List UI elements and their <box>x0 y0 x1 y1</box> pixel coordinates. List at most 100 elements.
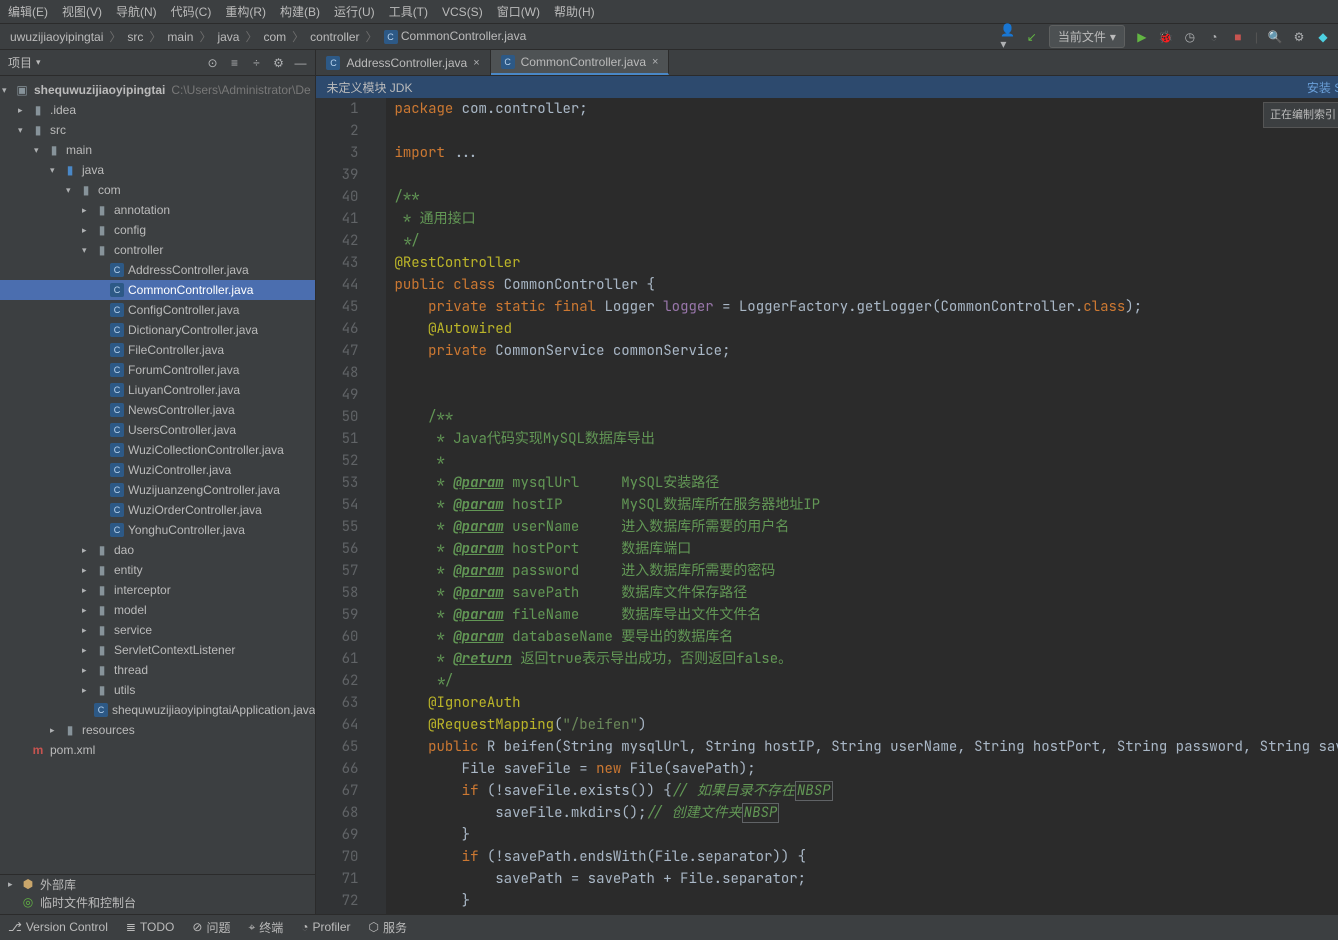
breadcrumb-item[interactable]: uwuzijiaoyipingtai <box>10 30 103 44</box>
tree-file[interactable]: CWuzijuanzengController.java <box>0 480 315 500</box>
tree-file-pom[interactable]: mpom.xml <box>0 740 315 760</box>
tree-folder-config[interactable]: ▸▮config <box>0 220 315 240</box>
tree-folder-service[interactable]: ▸▮service <box>0 620 315 640</box>
tree-folder-main[interactable]: ▾▮main <box>0 140 315 160</box>
breadcrumb-item[interactable]: src <box>127 30 143 44</box>
editor-area: CAddressController.java× CCommonControll… <box>316 50 1338 914</box>
tree-folder-scl[interactable]: ▸▮ServletContextListener <box>0 640 315 660</box>
tree-file[interactable]: CAddressController.java <box>0 260 315 280</box>
status-services[interactable]: ⬡服务 <box>369 919 408 936</box>
user-icon[interactable]: 👤▾ <box>1001 30 1015 44</box>
tree-file[interactable]: CConfigController.java <box>0 300 315 320</box>
close-icon[interactable]: × <box>652 56 658 68</box>
fold-gutter[interactable] <box>372 98 386 914</box>
tree-folder-utils[interactable]: ▸▮utils <box>0 680 315 700</box>
status-vcs[interactable]: ⎇Version Control <box>8 920 108 934</box>
status-problems[interactable]: ⊘问题 <box>192 919 230 936</box>
breadcrumb-item[interactable]: com <box>263 30 286 44</box>
tree-file[interactable]: CWuziCollectionController.java <box>0 440 315 460</box>
tree-folder-dao[interactable]: ▸▮dao <box>0 540 315 560</box>
select-opened-file-icon[interactable]: ⊙ <box>205 56 219 70</box>
profile-icon[interactable]: ◔ <box>1207 30 1221 44</box>
tree-file[interactable]: CWuziController.java <box>0 460 315 480</box>
menu-window[interactable]: 窗口(W) <box>497 3 540 20</box>
tree-project-root[interactable]: ▾▣shequwuzijiaoyipingtaiC:\Users\Adminis… <box>0 80 315 100</box>
collapse-all-icon[interactable]: ÷ <box>249 56 263 70</box>
debug-icon[interactable]: 🐞 <box>1159 30 1173 44</box>
problems-icon: ⊘ <box>192 920 202 934</box>
notice-text: 未定义模块 JDK <box>326 79 412 96</box>
code-editor[interactable]: 1233940414243444546474849505152535455565… <box>316 98 1338 914</box>
tree-file[interactable]: CYonghuController.java <box>0 520 315 540</box>
menu-run[interactable]: 运行(U) <box>334 3 375 20</box>
breadcrumb-item[interactable]: main <box>167 30 193 44</box>
tree-file[interactable]: CFileController.java <box>0 340 315 360</box>
code-content[interactable]: package com.controller; import ... /** *… <box>386 98 1338 914</box>
folder-icon: ▮ <box>62 722 78 738</box>
status-todo[interactable]: ≣TODO <box>126 920 175 934</box>
folder-icon: ▮ <box>30 102 46 118</box>
folder-icon: ▮ <box>78 182 94 198</box>
tree-folder-model[interactable]: ▸▮model <box>0 600 315 620</box>
settings-icon[interactable]: ⚙ <box>1292 30 1306 44</box>
run-icon[interactable]: ▶ <box>1135 30 1149 44</box>
folder-icon: ▮ <box>94 542 110 558</box>
tree-file[interactable]: CLiuyanController.java <box>0 380 315 400</box>
menu-vcs[interactable]: VCS(S) <box>442 5 483 19</box>
editor-tab[interactable]: CCommonController.java× <box>491 50 670 75</box>
menu-view[interactable]: 视图(V) <box>62 3 102 20</box>
stop-icon[interactable]: ■ <box>1231 30 1245 44</box>
status-profiler[interactable]: ◔Profiler <box>301 920 350 934</box>
install-sdk-link[interactable]: 安装 SDK <box>1307 79 1338 96</box>
tree-folder-thread[interactable]: ▸▮thread <box>0 660 315 680</box>
menu-navigate[interactable]: 导航(N) <box>116 3 157 20</box>
menu-refactor[interactable]: 重构(R) <box>225 3 266 20</box>
hide-icon[interactable]: — <box>293 56 307 70</box>
tree-file[interactable]: CWuziOrderController.java <box>0 500 315 520</box>
menu-tools[interactable]: 工具(T) <box>389 3 428 20</box>
project-view-label[interactable]: 项目 <box>8 54 32 71</box>
tree-external-libs[interactable]: ▸⬢外部库 <box>4 875 315 893</box>
tree-scratches[interactable]: ◎临时文件和控制台 <box>4 893 315 911</box>
tree-file[interactable]: CForumController.java <box>0 360 315 380</box>
editor-tab[interactable]: CAddressController.java× <box>316 50 490 75</box>
menu-edit[interactable]: 编辑(E) <box>8 3 48 20</box>
breadcrumb-item[interactable]: C CommonController.java <box>384 29 527 44</box>
run-config-selector[interactable]: 当前文件▾ <box>1049 25 1125 48</box>
java-class-icon: C <box>110 383 124 397</box>
breadcrumb-item[interactable]: java <box>217 30 239 44</box>
tree-folder-java[interactable]: ▾▮java <box>0 160 315 180</box>
java-class-icon: C <box>384 30 398 44</box>
close-icon[interactable]: × <box>473 57 479 69</box>
tree-folder-idea[interactable]: ▸▮.idea <box>0 100 315 120</box>
tree-folder-com[interactable]: ▾▮com <box>0 180 315 200</box>
build-icon[interactable]: ↙ <box>1025 30 1039 44</box>
tree-folder-entity[interactable]: ▸▮entity <box>0 560 315 580</box>
terminal-icon: ⌖ <box>248 920 255 935</box>
menu-build[interactable]: 构建(B) <box>280 3 320 20</box>
tree-file[interactable]: CCommonController.java <box>0 280 315 300</box>
tree-folder-resources[interactable]: ▸▮resources <box>0 720 315 740</box>
ide-icon[interactable]: ◆ <box>1316 30 1330 44</box>
project-tree[interactable]: ▾▣shequwuzijiaoyipingtaiC:\Users\Adminis… <box>0 76 315 874</box>
project-tool-window: 项目 ▾ ⊙ ≡ ÷ ⚙ — ▾▣shequwuzijiaoyipingtaiC… <box>0 50 316 914</box>
chevron-down-icon[interactable]: ▾ <box>36 57 41 68</box>
tree-folder-controller[interactable]: ▾▮controller <box>0 240 315 260</box>
tree-file-application[interactable]: CshequwuzijiaoyipingtaiApplication.java <box>0 700 315 720</box>
folder-icon: ▮ <box>94 202 110 218</box>
tree-file[interactable]: CUsersController.java <box>0 420 315 440</box>
expand-all-icon[interactable]: ≡ <box>227 56 241 70</box>
coverage-icon[interactable]: ◷ <box>1183 30 1197 44</box>
search-icon[interactable]: 🔍 <box>1268 30 1282 44</box>
toolbar-right: 👤▾ ↙ 当前文件▾ ▶ 🐞 ◷ ◔ ■ | 🔍 ⚙ ◆ <box>1001 25 1330 48</box>
tree-folder-annotation[interactable]: ▸▮annotation <box>0 200 315 220</box>
menu-help[interactable]: 帮助(H) <box>554 3 595 20</box>
tree-folder-interceptor[interactable]: ▸▮interceptor <box>0 580 315 600</box>
settings-icon[interactable]: ⚙ <box>271 56 285 70</box>
status-terminal[interactable]: ⌖终端 <box>248 919 283 936</box>
breadcrumb-item[interactable]: controller <box>310 30 359 44</box>
tree-file[interactable]: CNewsController.java <box>0 400 315 420</box>
tree-file[interactable]: CDictionaryController.java <box>0 320 315 340</box>
tree-folder-src[interactable]: ▾▮src <box>0 120 315 140</box>
menu-code[interactable]: 代码(C) <box>171 3 212 20</box>
